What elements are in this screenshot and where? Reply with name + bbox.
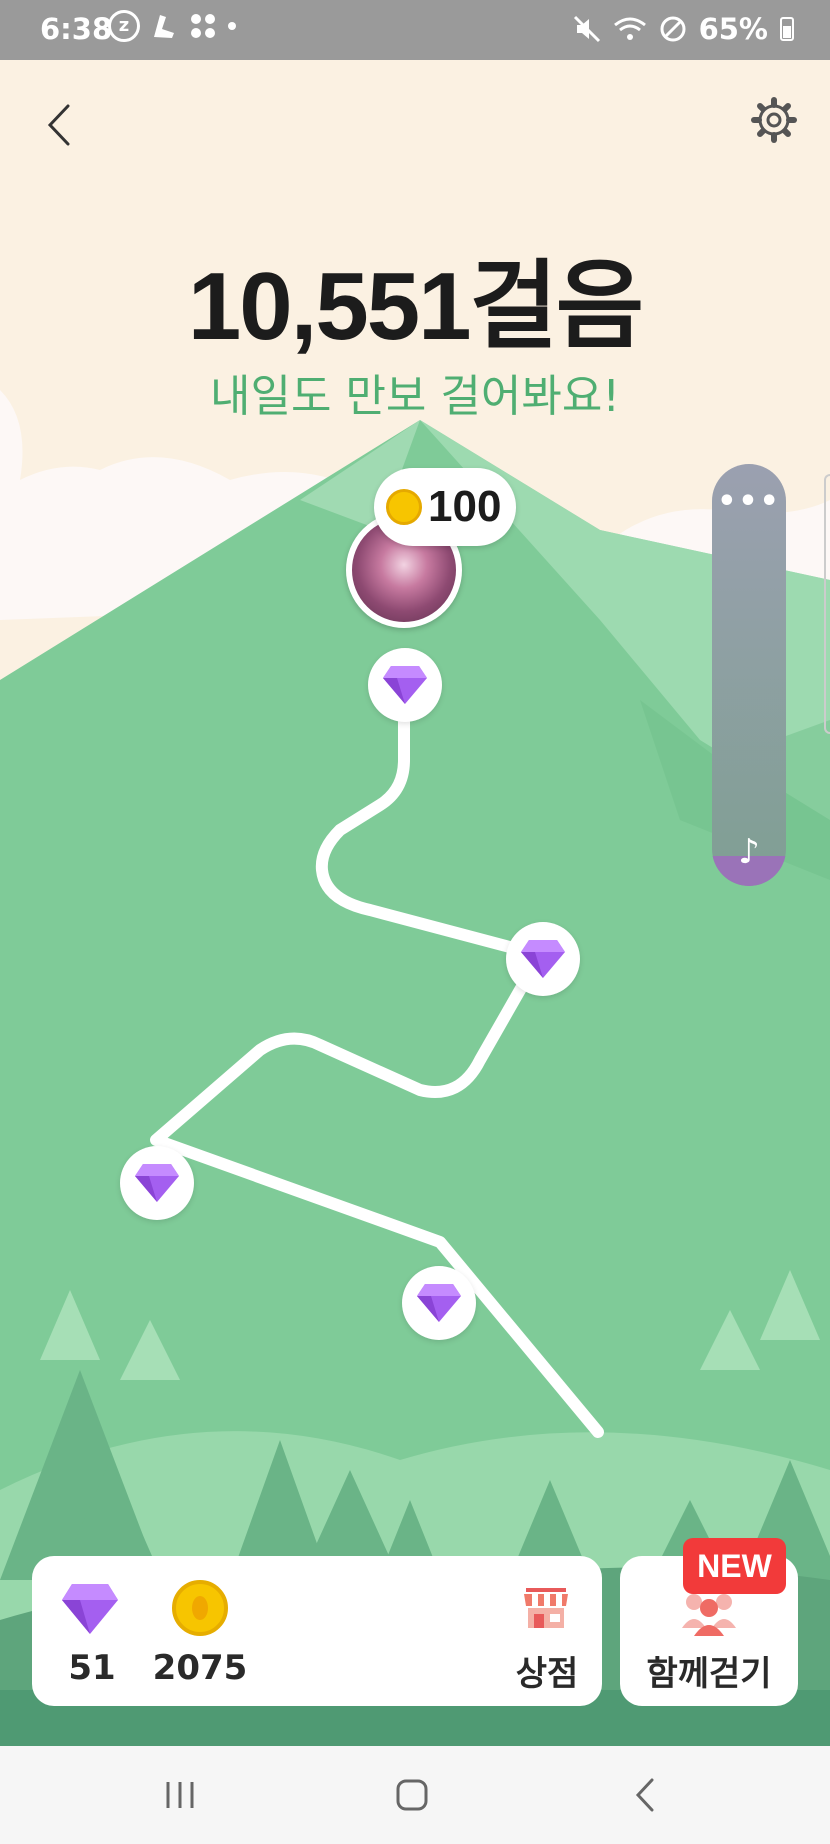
wallet-card: 51 2075 상점 [32, 1556, 602, 1706]
status-time: 6:38 [40, 12, 113, 46]
step-count: 10,551걸음 [187, 253, 644, 360]
people-icon [682, 1594, 736, 1636]
gem-icon [383, 666, 427, 704]
new-badge: NEW [683, 1538, 786, 1594]
recent-apps-icon[interactable] [140, 1766, 220, 1824]
shoe-icon [154, 15, 174, 38]
gem-icon [417, 1284, 461, 1322]
walk-together-label: 함께걷기 [646, 1654, 772, 1694]
coin-reward-bubble[interactable]: 100 [374, 468, 516, 546]
battery-percent: 65% [698, 12, 768, 46]
status-left-icons: z [108, 10, 236, 42]
ellipsis-icon[interactable]: ••• [712, 484, 786, 519]
music-panel[interactable]: ••• ♪ [712, 464, 786, 886]
coin-reward-amount: 100 [428, 482, 502, 531]
gem-node[interactable] [120, 1146, 194, 1220]
motivation-subtitle: 내일도 만보 걸어봐요! [210, 371, 620, 422]
blocked-icon [660, 16, 686, 42]
settings-gear-icon[interactable] [750, 96, 798, 144]
status-bar: 6:38 z 65% [0, 0, 830, 60]
battery-icon [780, 17, 794, 41]
coin-icon [386, 489, 422, 525]
gem-icon [62, 1584, 118, 1634]
home-icon[interactable] [372, 1766, 452, 1824]
gem-node[interactable] [506, 922, 580, 996]
music-note-icon[interactable]: ♪ [712, 832, 786, 872]
store-icon [524, 1588, 568, 1628]
wifi-icon [613, 17, 646, 40]
gem-node[interactable] [368, 648, 442, 722]
shop-button[interactable]: 상점 [502, 1576, 592, 1696]
shop-label: 상점 [515, 1654, 579, 1694]
gem-icon [135, 1164, 179, 1202]
edge-panel-handle[interactable] [824, 474, 830, 734]
gem-node[interactable] [402, 1266, 476, 1340]
coin-icon [172, 1580, 228, 1636]
status-right-icons: 65% [573, 12, 794, 46]
z-icon: z [108, 10, 140, 42]
mute-icon [573, 15, 600, 43]
grid-icon [191, 14, 215, 38]
system-nav-bar [0, 1746, 830, 1844]
back-nav-icon[interactable] [606, 1766, 686, 1824]
notification-dot [228, 22, 236, 30]
gem-icon [521, 940, 565, 978]
back-button[interactable] [40, 100, 80, 150]
coin-count: 2075 [152, 1648, 248, 1688]
gem-count: 51 [68, 1648, 116, 1688]
